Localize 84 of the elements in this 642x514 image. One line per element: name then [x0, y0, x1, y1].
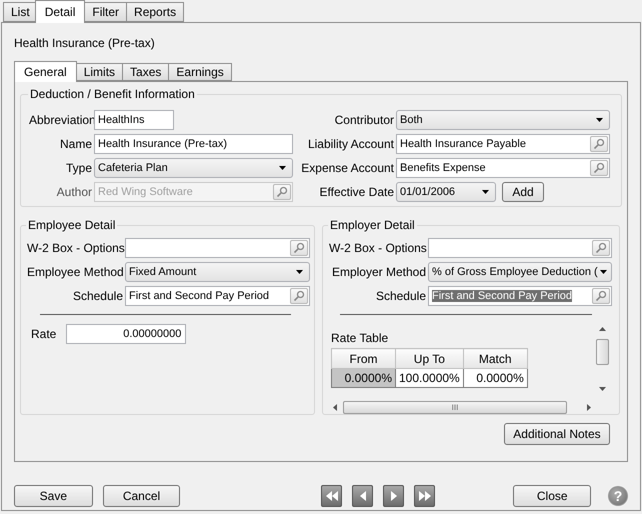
lookup-button[interactable]	[592, 240, 610, 256]
tab[interactable]: Limits	[76, 63, 124, 81]
column-header[interactable]: From	[332, 348, 396, 368]
field-label: Employer Method	[330, 265, 426, 279]
scroll-up-icon	[598, 327, 606, 331]
table-cell[interactable]: 100.0000%	[396, 368, 464, 388]
input-field[interactable]: HealthIns	[94, 110, 174, 130]
tab[interactable]: General	[14, 61, 77, 82]
scroll-left-icon	[333, 404, 337, 411]
caret-icon	[296, 270, 303, 274]
group-title: Employee Detail	[27, 218, 116, 232]
magnifier-icon	[276, 186, 288, 198]
caret-icon	[279, 166, 286, 170]
input-field[interactable]: First and Second Pay Period	[428, 286, 612, 306]
caret-icon	[596, 118, 603, 122]
field-label: W-2 Box - Options	[27, 241, 123, 255]
field-label: Abbreviation	[29, 113, 92, 127]
lookup-button[interactable]	[592, 288, 610, 304]
dropdown[interactable]: % of Gross Employee Deduction (	[428, 262, 612, 282]
add-button[interactable]: Add	[502, 182, 544, 202]
tab[interactable]: Reports	[126, 2, 184, 22]
column-header[interactable]: Up To	[396, 348, 464, 368]
tab[interactable]: List	[3, 2, 38, 22]
field-label: Type	[64, 161, 92, 175]
right-triangle-icon	[390, 491, 397, 501]
dropdown[interactable]: Fixed Amount	[125, 262, 310, 282]
tab[interactable]: Filter	[84, 2, 128, 22]
input-field[interactable]: Health Insurance (Pre-tax)	[94, 134, 293, 154]
field-label: Schedule	[72, 289, 123, 303]
navigation-button[interactable]	[383, 485, 404, 507]
magnifier-icon	[593, 162, 605, 174]
rewind-icon	[326, 491, 338, 501]
magnifier-icon	[293, 242, 305, 254]
dropdown[interactable]: Both	[396, 110, 610, 130]
dropdown[interactable]: Cafeteria Plan	[94, 158, 293, 178]
input-field[interactable]: First and Second Pay Period	[125, 286, 310, 306]
field-label: Author	[56, 185, 92, 199]
lookup-button[interactable]	[290, 240, 308, 256]
magnifier-icon	[293, 290, 305, 302]
navigation-button[interactable]	[414, 485, 436, 507]
input-field[interactable]: Benefits Expense	[396, 158, 610, 178]
cancel-button[interactable]: Cancel	[102, 485, 180, 507]
tab[interactable]: Earnings	[168, 63, 232, 81]
close-button[interactable]: Close	[513, 485, 592, 507]
field-label: Expense Account	[300, 161, 394, 175]
table-cell[interactable]: 0.0000%	[332, 368, 396, 388]
table-title: Rate Table	[331, 331, 388, 345]
scroll-right-icon	[587, 404, 591, 411]
input-field[interactable]: Health Insurance Payable	[396, 134, 610, 154]
table-cell[interactable]: 0.0000%	[463, 368, 528, 388]
caret-icon	[600, 270, 607, 274]
field-label: Schedule	[374, 289, 426, 303]
input-field[interactable]	[125, 238, 310, 258]
field-label: Effective Date	[318, 185, 394, 199]
additional-notes-button[interactable]: Additional Notes	[504, 423, 610, 445]
dropdown[interactable]: 01/01/2006	[396, 182, 496, 202]
field-label: Contributor	[334, 113, 394, 127]
magnifier-icon	[595, 290, 607, 302]
column-header[interactable]: Match	[463, 348, 528, 368]
save-button[interactable]: Save	[14, 485, 93, 507]
lookup-button[interactable]	[590, 160, 608, 176]
magnifier-icon	[593, 138, 605, 150]
fast-forward-icon	[418, 491, 431, 501]
field-label: Rate	[31, 327, 56, 341]
lookup-button[interactable]	[590, 136, 608, 152]
field-label: Liability Account	[306, 137, 394, 151]
input-field[interactable]: 0.00000000	[66, 324, 186, 344]
magnifier-icon	[595, 242, 607, 254]
group-title: Employer Detail	[329, 218, 416, 232]
navigation-button[interactable]	[321, 485, 342, 507]
scroll-down-icon	[598, 387, 606, 391]
lookup-button[interactable]	[290, 288, 308, 304]
caret-icon	[482, 190, 489, 194]
group-title: Deduction / Benefit Information	[29, 87, 196, 101]
field-label: W-2 Box - Options	[329, 241, 426, 255]
field-label: Employee Method	[27, 265, 123, 279]
field-label: Name	[58, 137, 92, 151]
record-title: Health Insurance (Pre-tax)	[14, 36, 156, 52]
left-triangle-icon	[360, 491, 366, 501]
input-field[interactable]	[428, 238, 612, 258]
navigation-button[interactable]	[352, 485, 374, 507]
tab[interactable]: Taxes	[122, 63, 170, 81]
scrollbar-grip: III	[452, 403, 458, 412]
tab[interactable]: Detail	[34, 0, 86, 23]
